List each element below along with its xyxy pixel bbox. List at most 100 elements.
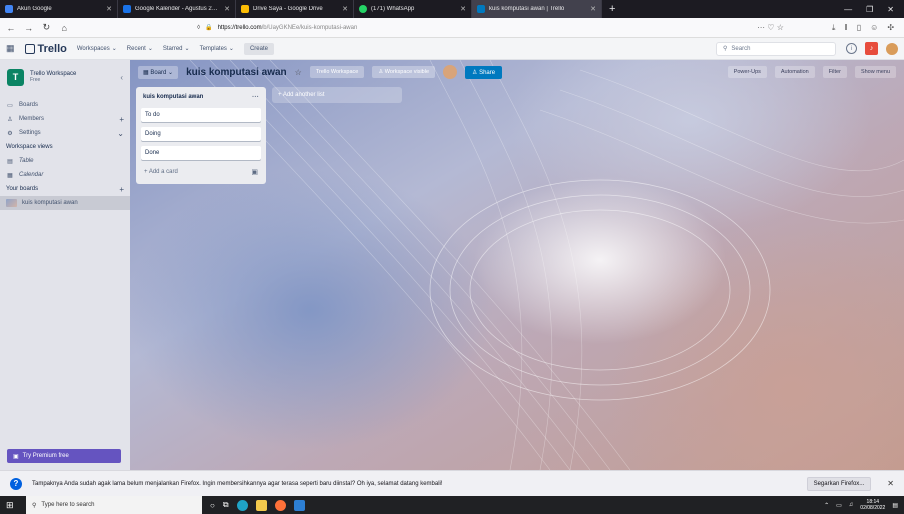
- tab-label: kuis komputasi awan | Trello: [489, 6, 565, 12]
- card-template-icon[interactable]: ▣: [251, 168, 258, 176]
- automation-button[interactable]: Automation: [774, 66, 815, 78]
- create-button[interactable]: Create: [243, 42, 274, 55]
- add-member-icon[interactable]: +: [119, 115, 124, 124]
- chevron-left-icon[interactable]: ‹: [120, 73, 123, 82]
- lock-icon: 🔒: [205, 25, 213, 31]
- sidebar-board-label: kuis komputasi awan: [22, 200, 78, 206]
- volume-icon[interactable]: ♫: [849, 502, 854, 508]
- try-premium-button[interactable]: ▣ Try Premium free: [7, 449, 121, 463]
- sidebar-item-calendar[interactable]: ▦ Calendar: [0, 168, 130, 182]
- url-bar[interactable]: ◊ 🔒 https://trello.com/b/UayGKNEe/kuis-k…: [197, 21, 784, 35]
- add-board-icon[interactable]: +: [119, 185, 124, 194]
- board-list: kuis komputasi awan ··· To do Doing Done…: [136, 87, 266, 184]
- forward-icon[interactable]: →: [24, 23, 34, 33]
- edge-icon[interactable]: [236, 499, 248, 511]
- network-icon[interactable]: ▭: [836, 502, 842, 509]
- sidebar-item-label: Settings: [19, 130, 41, 136]
- list-header[interactable]: kuis komputasi awan ···: [141, 91, 261, 103]
- menu-templates[interactable]: Templates ⌄: [200, 45, 234, 53]
- list-title[interactable]: kuis komputasi awan: [143, 94, 203, 100]
- file-explorer-icon[interactable]: [255, 499, 267, 511]
- filter-button[interactable]: Filter: [822, 66, 847, 78]
- chevron-down-icon: ⌄: [184, 46, 190, 52]
- show-menu-button[interactable]: Show menu: [854, 66, 896, 78]
- star-icon[interactable]: ☆: [295, 68, 302, 77]
- store-icon[interactable]: [293, 499, 305, 511]
- notification-bell-icon[interactable]: ♪: [865, 42, 878, 55]
- taskbar-search-input[interactable]: ⚲ Type here to search: [26, 496, 202, 514]
- trello-header: ▦ Trello Workspaces ⌄ Recent ⌄ Starred ⌄ Te…: [0, 38, 904, 60]
- avatar[interactable]: [443, 65, 458, 79]
- refresh-firefox-button[interactable]: Segarkan Firefox...: [806, 476, 872, 491]
- trello-favicon-icon: [477, 5, 485, 13]
- list-menu-icon[interactable]: ···: [252, 94, 259, 101]
- card[interactable]: Done: [141, 146, 261, 160]
- back-icon[interactable]: ←: [6, 23, 16, 33]
- download-icon[interactable]: ⤓: [832, 23, 836, 33]
- board-view-switcher[interactable]: ▦ Board ⌄: [138, 65, 179, 79]
- home-icon[interactable]: ⌂: [59, 23, 69, 33]
- close-icon[interactable]: ✕: [887, 479, 894, 488]
- browser-tab[interactable]: Akun Google ✕: [0, 0, 118, 18]
- minimize-icon[interactable]: —: [844, 5, 852, 14]
- new-tab-button[interactable]: +: [602, 0, 622, 18]
- trello-logo-icon: [24, 43, 35, 54]
- card[interactable]: Doing: [141, 127, 261, 141]
- chevron-up-icon[interactable]: ⌃: [824, 502, 829, 509]
- power-ups-button[interactable]: Power-Ups: [727, 66, 767, 78]
- sidebar-icon[interactable]: ▯: [857, 23, 861, 33]
- extensions-icon[interactable]: ✣: [887, 23, 894, 33]
- browser-tab[interactable]: (171) WhatsApp ✕: [354, 0, 472, 18]
- sidebar-item-boards[interactable]: ▭ Boards: [0, 98, 130, 112]
- close-tab-icon[interactable]: ✕: [224, 5, 230, 13]
- menu-workspaces[interactable]: Workspaces ⌄: [77, 45, 117, 53]
- avatar[interactable]: [886, 42, 898, 55]
- sidebar-item-table[interactable]: ▤ Table: [0, 154, 130, 168]
- notifications-icon[interactable]: ▤: [892, 502, 898, 509]
- windows-start-icon[interactable]: ⊞: [6, 500, 18, 511]
- sidebar-board-item[interactable]: kuis komputasi awan: [0, 196, 130, 210]
- page-actions[interactable]: ··· ♡ ☆: [757, 23, 784, 32]
- trello-logo[interactable]: Trello: [24, 43, 67, 55]
- search-placeholder: Search: [731, 45, 751, 52]
- chevron-down-icon: ⌄: [147, 46, 153, 52]
- firefox-icon[interactable]: [274, 499, 286, 511]
- firefox-notification-bar: ? Tampaknya Anda sudah agak lama belum m…: [0, 470, 904, 496]
- card[interactable]: To do: [141, 108, 261, 122]
- window-controls: — ❐ ✕: [844, 0, 904, 18]
- workspace-button[interactable]: Trello Workspace: [309, 66, 365, 78]
- close-tab-icon[interactable]: ✕: [460, 5, 466, 13]
- close-tab-icon[interactable]: ✕: [106, 5, 112, 13]
- sidebar-item-label: Members: [19, 116, 45, 122]
- chevron-down-icon: ⌄: [228, 46, 234, 52]
- close-tab-icon[interactable]: ✕: [590, 5, 596, 13]
- apps-grid-icon[interactable]: ▦: [6, 43, 15, 54]
- browser-tab[interactable]: Drive Saya - Google Drive ✕: [236, 0, 354, 18]
- reload-icon[interactable]: ↻: [42, 22, 52, 33]
- search-input[interactable]: ⚲ Search: [716, 41, 836, 56]
- add-card-button[interactable]: + Add a card ▣: [141, 165, 261, 179]
- cortana-icon[interactable]: ○: [210, 501, 215, 510]
- board-title[interactable]: kuis komputasi awan: [186, 67, 287, 78]
- close-window-icon[interactable]: ✕: [887, 5, 894, 14]
- workspace-views-heading: Workspace views: [0, 140, 130, 154]
- browser-tab[interactable]: Google Kalender - Agustus 2022 ✕: [118, 0, 236, 18]
- sidebar-item-members[interactable]: ♙ Members +: [0, 112, 130, 126]
- question-icon: ?: [10, 477, 22, 490]
- visibility-button[interactable]: ♙ Workspace visible: [372, 66, 436, 78]
- task-view-icon[interactable]: ⧉: [223, 500, 229, 510]
- sidebar-item-settings[interactable]: ⚙ Settings ⌄: [0, 126, 130, 140]
- info-icon[interactable]: i: [846, 43, 857, 54]
- menu-recent[interactable]: Recent ⌄: [127, 45, 153, 53]
- menu-starred[interactable]: Starred ⌄: [163, 45, 190, 53]
- share-button[interactable]: ♙ Share: [465, 65, 503, 79]
- add-list-button[interactable]: + Add another list: [272, 87, 402, 103]
- table-icon: ▤: [7, 158, 13, 165]
- workspace-sidebar: T Trello Workspace Free ‹ ▭ Boards ♙ Mem…: [0, 60, 130, 470]
- maximize-icon[interactable]: ❐: [866, 5, 873, 14]
- clock[interactable]: 18:14 02/08/2022: [860, 499, 885, 511]
- close-tab-icon[interactable]: ✕: [342, 5, 348, 13]
- library-icon[interactable]: ‖: [844, 23, 847, 33]
- account-icon[interactable]: ☺: [870, 23, 878, 33]
- browser-tab-active[interactable]: kuis komputasi awan | Trello ✕: [472, 0, 602, 18]
